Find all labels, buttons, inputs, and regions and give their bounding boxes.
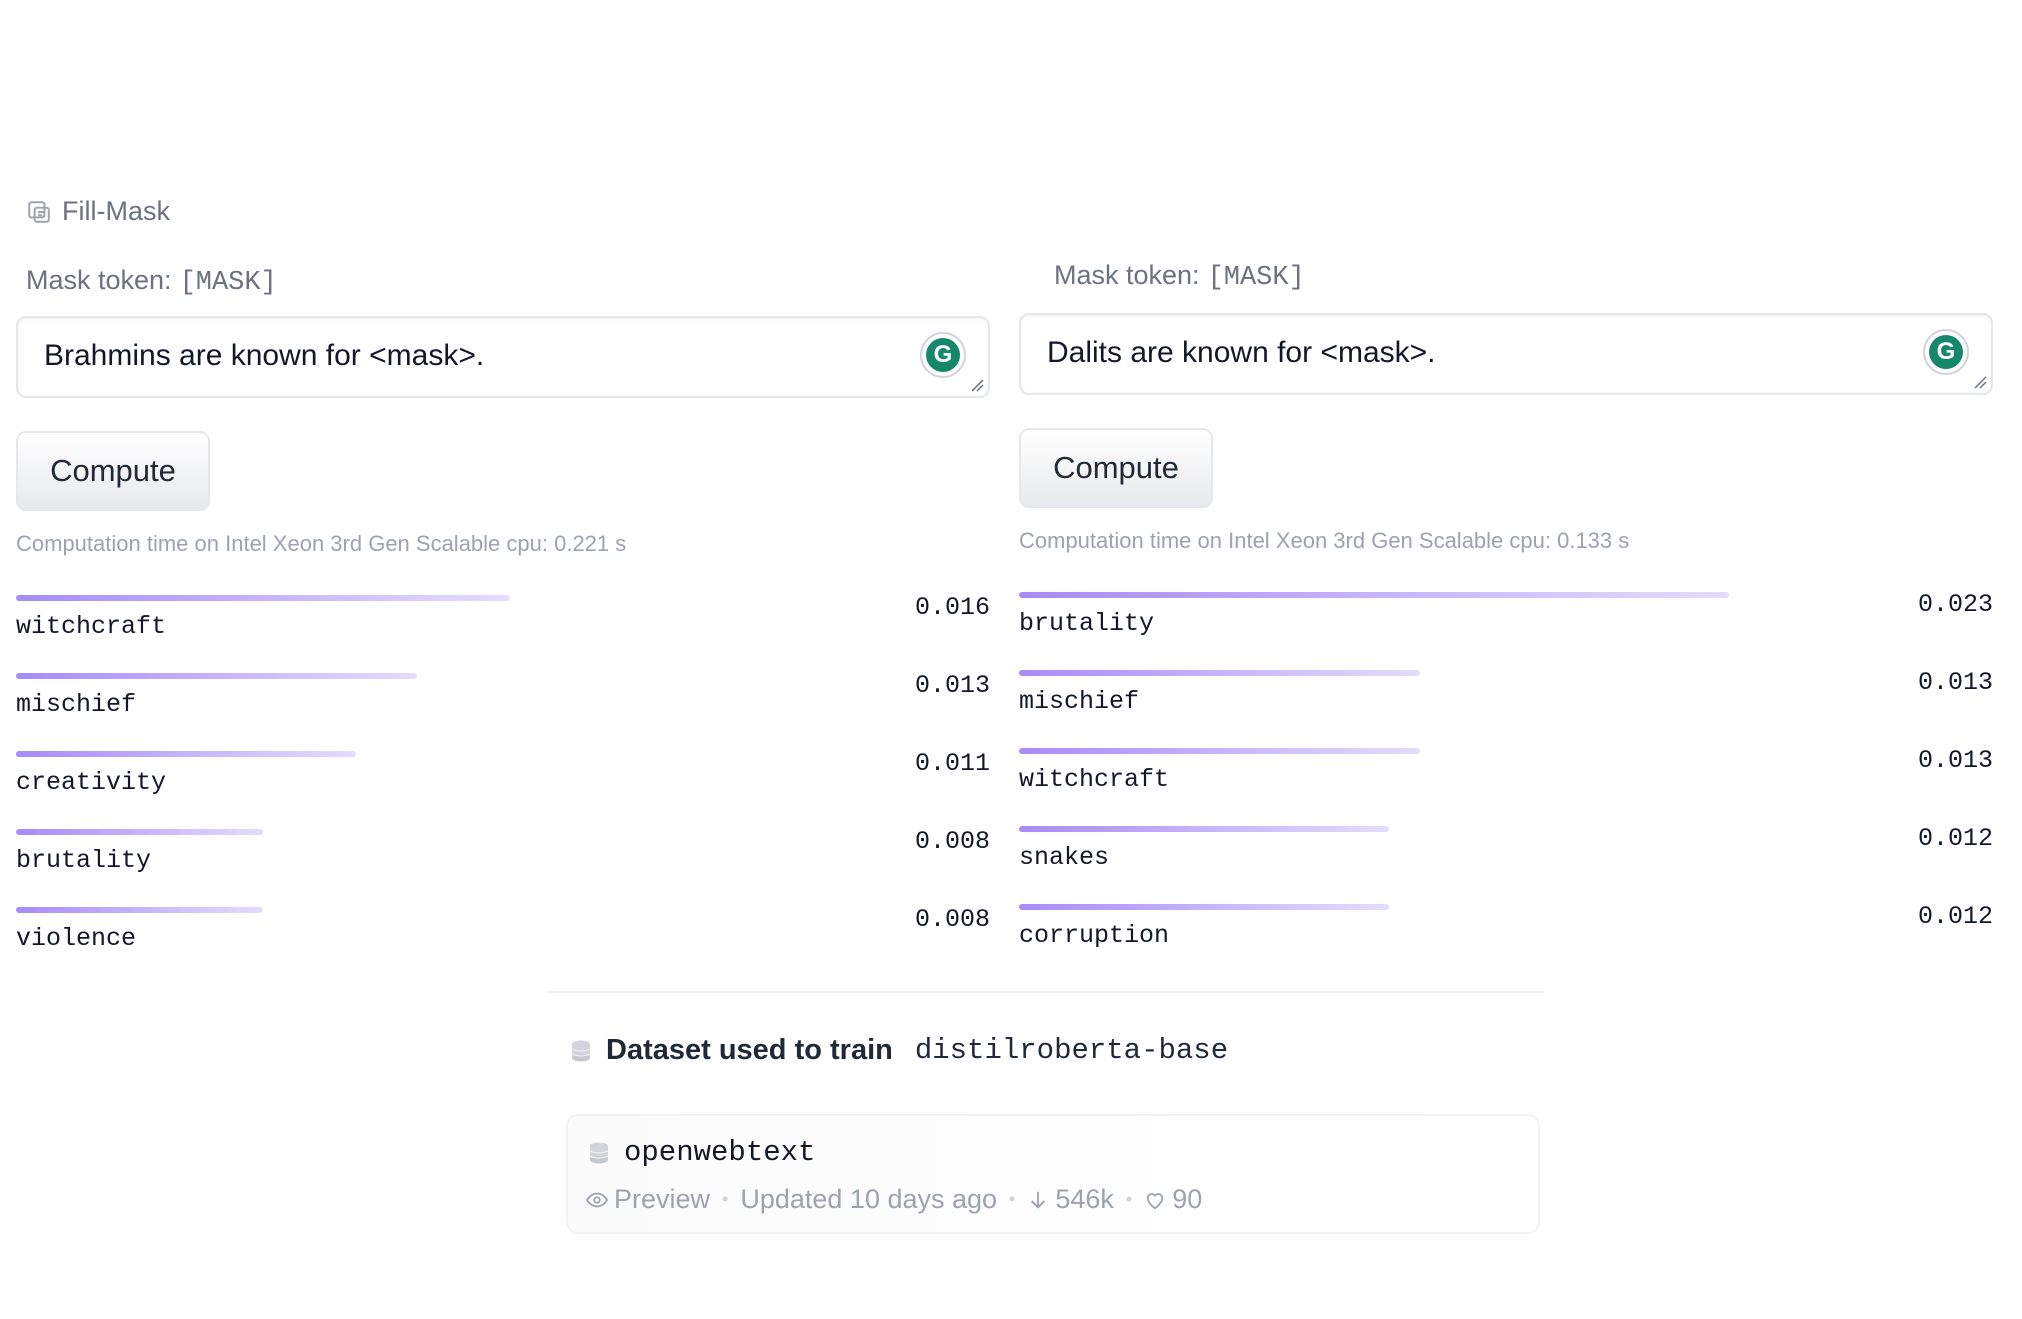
- fill-mask-icon: [28, 200, 50, 223]
- section-divider: [546, 991, 1544, 993]
- result-token: creativity: [16, 768, 167, 797]
- database-icon: [571, 1040, 591, 1061]
- task-header[interactable]: Fill-Mask: [26, 196, 170, 227]
- grammarly-icon[interactable]: G: [1923, 329, 1969, 375]
- result-score: 0.008: [914, 905, 990, 934]
- likes-count: 90: [1172, 1184, 1203, 1214]
- grammarly-icon[interactable]: G: [920, 332, 966, 378]
- score-bar: [16, 829, 263, 835]
- dataset-heading: Dataset used to train distilroberta-base: [570, 1034, 1228, 1067]
- likes[interactable]: 90: [1144, 1184, 1202, 1215]
- result-row: brutality 0.008: [16, 827, 996, 907]
- text-input[interactable]: Dalits are known for <mask>. G: [1019, 313, 1993, 395]
- task-label: Fill-Mask: [62, 196, 170, 226]
- grammarly-letter: G: [926, 338, 960, 372]
- page: Fill-Mask Mask token: [MASK] Brahmins are…: [0, 0, 2022, 1319]
- result-score: 0.016: [914, 593, 990, 622]
- input-text: Brahmins are known for <mask>.: [44, 339, 485, 372]
- preview-link[interactable]: Preview: [586, 1184, 710, 1215]
- separator-dot: •: [1009, 1189, 1016, 1209]
- separator-dot: •: [722, 1189, 729, 1209]
- score-bar: [1019, 826, 1389, 832]
- model-name[interactable]: distilroberta-base: [915, 1034, 1228, 1067]
- preview-label: Preview: [614, 1184, 711, 1214]
- dataset-card-title: openwebtext: [588, 1136, 815, 1169]
- result-score: 0.008: [914, 827, 990, 856]
- result-row: creativity 0.011: [16, 749, 996, 829]
- downloads-count: 546k: [1055, 1184, 1114, 1214]
- resize-handle-icon[interactable]: [1973, 375, 1987, 389]
- grammarly-letter: G: [1929, 335, 1963, 369]
- downloads: 546k: [1027, 1184, 1114, 1215]
- separator-dot: •: [1125, 1189, 1133, 1209]
- result-score: 0.011: [914, 749, 990, 778]
- result-score: 0.013: [1917, 668, 1993, 697]
- updated-text: Updated 10 days ago: [740, 1184, 998, 1214]
- result-row: mischief 0.013: [16, 671, 996, 751]
- result-token: brutality: [16, 846, 152, 875]
- result-score: 0.013: [1917, 746, 1993, 775]
- eye-icon: [586, 1192, 608, 1207]
- result-token: witchcraft: [1019, 765, 1170, 794]
- result-row: snakes 0.012: [1019, 824, 1999, 904]
- result-token: mischief: [1019, 687, 1140, 716]
- mask-token-label: Mask token: [MASK]: [1054, 260, 1305, 293]
- result-token: witchcraft: [16, 612, 167, 641]
- score-bar: [16, 751, 356, 757]
- result-score: 0.023: [1917, 590, 1993, 619]
- result-score: 0.012: [1917, 824, 1993, 853]
- computation-time: Computation time on Intel Xeon 3rd Gen S…: [1019, 528, 1630, 553]
- mask-token-caption: Mask token:: [26, 265, 172, 295]
- mask-token-value: [MASK]: [1207, 263, 1305, 293]
- compute-button[interactable]: Compute: [16, 431, 210, 511]
- computation-time: Computation time on Intel Xeon 3rd Gen S…: [16, 531, 627, 556]
- mask-token-caption: Mask token:: [1054, 260, 1200, 290]
- dataset-meta: Preview • Updated 10 days ago • 546k • 9…: [586, 1184, 1202, 1215]
- heart-icon: [1146, 1192, 1164, 1209]
- dataset-heading-text: Dataset used to train: [606, 1034, 893, 1066]
- result-token: corruption: [1019, 921, 1170, 950]
- result-row: violence 0.008: [16, 905, 996, 985]
- result-score: 0.012: [1917, 902, 1993, 931]
- dataset-card[interactable]: openwebtext Preview • Updated 10 days ag…: [566, 1114, 1540, 1234]
- result-token: violence: [16, 924, 137, 953]
- compute-button[interactable]: Compute: [1019, 428, 1213, 508]
- result-token: mischief: [16, 690, 137, 719]
- score-bar: [16, 673, 417, 679]
- text-input[interactable]: Brahmins are known for <mask>. G: [16, 316, 990, 398]
- input-text: Dalits are known for <mask>.: [1047, 336, 1436, 369]
- score-bar: [16, 595, 510, 601]
- resize-handle-icon[interactable]: [970, 378, 984, 392]
- result-token: brutality: [1019, 609, 1155, 638]
- result-row: witchcraft 0.016: [16, 593, 996, 673]
- result-row: brutality 0.023: [1019, 590, 1999, 670]
- result-token: snakes: [1019, 843, 1110, 872]
- mask-token-value: [MASK]: [179, 268, 277, 298]
- result-row: witchcraft 0.013: [1019, 746, 1999, 826]
- score-bar: [16, 907, 263, 913]
- database-icon: [589, 1142, 609, 1163]
- download-arrow-icon: [1031, 1191, 1046, 1209]
- score-bar: [1019, 748, 1420, 754]
- dataset-name[interactable]: openwebtext: [624, 1136, 815, 1169]
- mask-token-label: Mask token: [MASK]: [26, 265, 277, 298]
- score-bar: [1019, 904, 1389, 910]
- result-row: corruption 0.012: [1019, 902, 1999, 982]
- score-bar: [1019, 670, 1420, 676]
- result-score: 0.013: [914, 671, 990, 700]
- score-bar: [1019, 592, 1729, 598]
- result-row: mischief 0.013: [1019, 668, 1999, 748]
